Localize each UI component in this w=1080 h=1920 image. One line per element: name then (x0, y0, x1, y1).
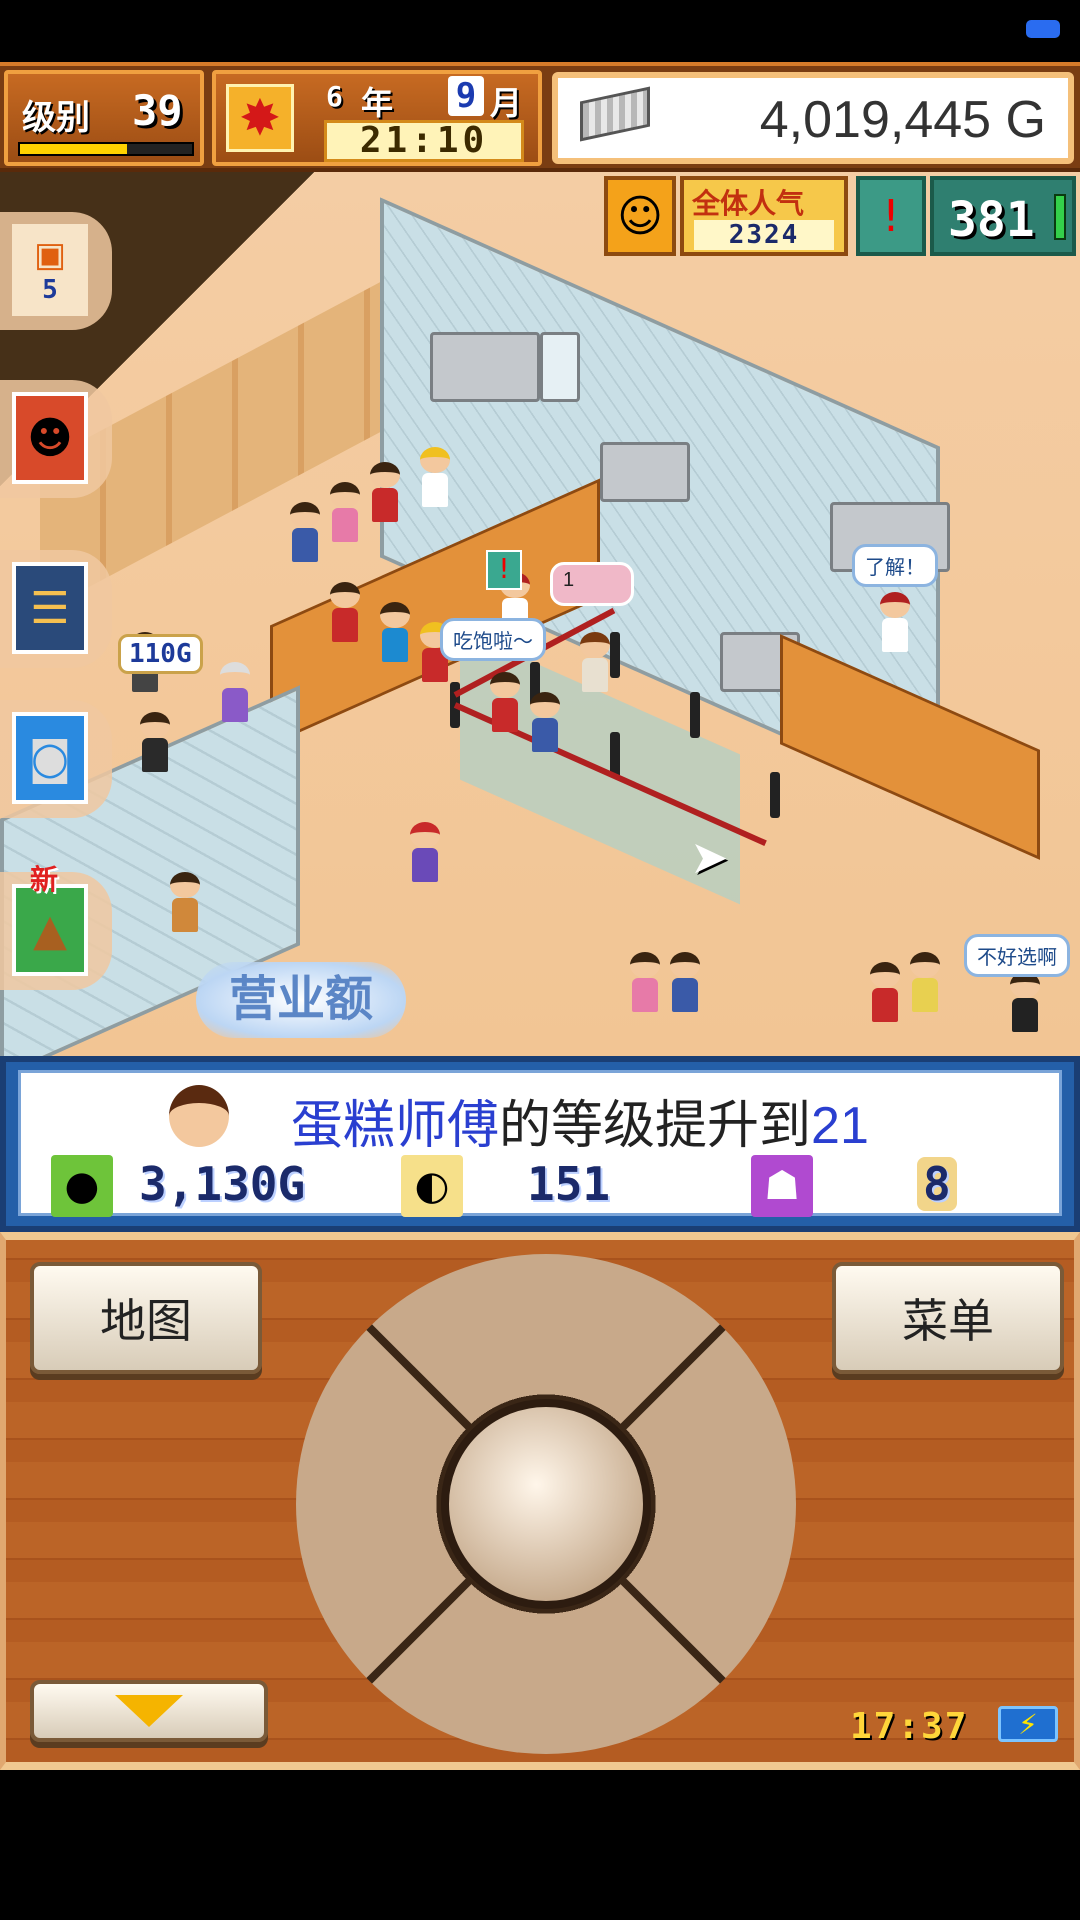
customer[interactable] (910, 952, 940, 1016)
rope-post (770, 772, 780, 818)
money-unit: G (1005, 91, 1046, 149)
customer[interactable] (290, 502, 320, 566)
new-level: 21 (811, 1097, 869, 1155)
customer[interactable] (220, 662, 250, 726)
money-bag-icon: ● (51, 1155, 113, 1217)
sink[interactable] (430, 332, 540, 402)
rope-post (610, 632, 620, 678)
money-bundle-icon (580, 86, 650, 142)
customer[interactable] (870, 962, 900, 1026)
customer[interactable] (380, 602, 410, 666)
ghost-gain: 8 (917, 1157, 957, 1211)
map-button[interactable]: 地图 (30, 1262, 262, 1374)
fridge[interactable] (540, 332, 580, 402)
speech-bubble: 了解！ (852, 544, 938, 587)
staff[interactable] (170, 872, 200, 936)
level-panel[interactable]: 级别 39 (4, 70, 204, 166)
game-time: 21:10 (324, 120, 524, 162)
controller-panel: 地图 菜单 17:37 ⚡ (0, 1232, 1080, 1770)
dpad[interactable] (296, 1254, 796, 1754)
staff-name: 蛋糕师傅 (291, 1097, 500, 1155)
staff-face-icon: ☻ (12, 392, 88, 484)
rope-post (690, 692, 700, 738)
customer[interactable] (670, 952, 700, 1016)
order-bubble: 1 (550, 562, 634, 606)
top-hud: 级别 39 ✸ 6 年 9 月 21:10 4,019,445 G (0, 62, 1080, 172)
year-value: 6 (326, 80, 343, 113)
customer[interactable] (140, 712, 170, 776)
sales-label: 营业额 (196, 962, 406, 1038)
pot-icon: ◙ (12, 712, 88, 804)
year-label: 年 (361, 85, 394, 121)
message-box: 蛋糕师傅的等级提升到21 ● 3,130G ◐ 151 ☗ 8 (18, 1070, 1062, 1217)
customer[interactable] (370, 462, 400, 526)
month-label: 月 (490, 85, 523, 121)
customer[interactable] (530, 692, 560, 756)
alert-icon[interactable]: ! (486, 550, 522, 590)
menu-board-icon: ☰ (12, 562, 88, 654)
money-value: 4,019,445 G (760, 90, 1046, 150)
spoon-icon: ◐ (401, 1155, 463, 1217)
real-time-clock: 17:37 (850, 1706, 969, 1747)
date-panel[interactable]: ✸ 6 年 9 月 21:10 (212, 70, 542, 166)
level-progress-bar (18, 142, 194, 156)
month-value: 9 (448, 76, 484, 116)
coin-tip: 110G (118, 634, 203, 674)
customer[interactable] (490, 672, 520, 736)
stove[interactable] (600, 442, 690, 502)
cake-chef-avatar (169, 1085, 229, 1147)
battery-icon (1026, 20, 1060, 38)
game-world[interactable]: 了解！ 吃饱啦～ 不好选啊 1 ! ☺ 全体人气 2324 ! 381 ▣ 5 … (0, 172, 1080, 1056)
alert-panel[interactable]: 381 (930, 176, 1076, 256)
customer[interactable] (330, 482, 360, 546)
money-panel[interactable]: 4,019,445 G (552, 72, 1074, 164)
cursor-icon: ➤ (690, 830, 729, 884)
level-label: 级别 (22, 98, 90, 138)
customer[interactable] (1010, 972, 1040, 1036)
customer[interactable] (330, 582, 360, 646)
new-badge: 新 (30, 864, 59, 895)
menu-list-button[interactable]: ☰ (0, 550, 112, 668)
bottom-letterbox (0, 1770, 1080, 1920)
customer[interactable] (420, 447, 450, 511)
down-arrow-icon (115, 1695, 183, 1727)
level-value: 39 (132, 86, 183, 135)
staff-button[interactable]: ☻ (0, 380, 112, 498)
exclamation-icon: ! (856, 176, 926, 256)
speech-bubble: 吃饱啦～ (440, 618, 546, 661)
waiter[interactable] (580, 632, 610, 696)
smiley-icon: ☺ (604, 176, 676, 256)
status-bar (0, 0, 1080, 62)
money-gain: 3,130G (139, 1157, 306, 1211)
lightning-icon: ⚡ (998, 1706, 1058, 1742)
popularity-label: 全体人气 (692, 188, 805, 219)
maple-leaf-icon: ✸ (226, 84, 294, 152)
alert-gauge (1054, 194, 1066, 240)
collapse-button[interactable] (30, 1680, 268, 1742)
dpad-center-button[interactable] (441, 1399, 651, 1609)
popularity-value: 2324 (694, 220, 834, 250)
chef[interactable] (880, 592, 910, 656)
ghost-icon: ☗ (751, 1155, 813, 1217)
message-panel: 蛋糕师傅的等级提升到21 ● 3,130G ◐ 151 ☗ 8 (0, 1056, 1080, 1232)
order-count: 1 (563, 569, 575, 591)
shop-count-button[interactable]: ▣ 5 (0, 212, 112, 330)
customer[interactable] (630, 952, 660, 1016)
pot-button[interactable]: ◙ (0, 700, 112, 818)
shop-count: 5 (42, 275, 58, 305)
customer[interactable] (410, 822, 440, 886)
shop-icon: ▣ 5 (12, 224, 88, 316)
alert-value: 381 (948, 192, 1035, 248)
message-middle: 的等级提升到 (499, 1097, 812, 1155)
level-progress-fill (20, 144, 127, 154)
popularity-panel[interactable]: 全体人气 2324 (680, 176, 848, 256)
message-text: 蛋糕师傅的等级提升到21 (291, 1083, 869, 1158)
speech-bubble: 不好选啊 (964, 934, 1070, 977)
money-amount: 4,019,445 (759, 91, 992, 149)
spoon-gain: 151 (527, 1157, 611, 1211)
menu-button[interactable]: 菜单 (832, 1262, 1064, 1374)
